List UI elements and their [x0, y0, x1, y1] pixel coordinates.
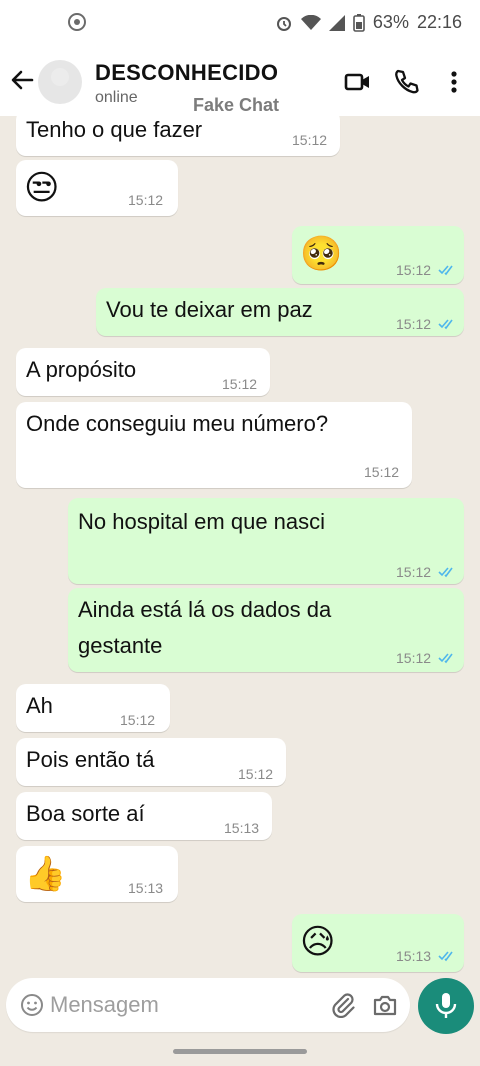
- message-text: Vou te deixar em paz: [106, 297, 313, 322]
- message-time: 15:12: [238, 766, 274, 782]
- read-receipt-icon: [438, 319, 453, 330]
- message-text: Pois então tá: [26, 747, 155, 772]
- message-incoming[interactable]: Ah 15:12: [16, 684, 170, 732]
- camera-icon[interactable]: [372, 993, 398, 1017]
- read-receipt-icon: [438, 567, 453, 578]
- emoji-sad-relieved: 😥: [300, 923, 336, 961]
- contact-name[interactable]: DESCONHECIDO: [95, 60, 278, 86]
- video-call-icon[interactable]: [344, 68, 372, 96]
- message-outgoing[interactable]: Vou te deixar em paz 15:12: [96, 288, 464, 336]
- message-composer[interactable]: Mensagem: [6, 978, 410, 1032]
- message-time: 15:12: [396, 262, 432, 278]
- battery-level: 63%: [372, 12, 409, 32]
- emoji-pleading: 🥺: [300, 235, 343, 273]
- message-time: 15:12: [222, 376, 258, 392]
- avatar[interactable]: [38, 60, 82, 104]
- emoji-thumbs-up: 👍: [24, 855, 67, 893]
- message-time: 15:13: [224, 820, 260, 836]
- message-text: A propósito: [26, 357, 137, 382]
- message-time: 15:12: [396, 316, 432, 332]
- status-icons: 63% 22:16: [275, 12, 462, 33]
- message-list[interactable]: Tenho o que fazer 15:12 😒 15:12 🥺 15:12 …: [0, 116, 480, 976]
- message-text: No hospital em que nasci: [78, 509, 326, 534]
- message-outgoing[interactable]: 🥺 15:12: [292, 226, 464, 284]
- chat-header: DESCONHECIDO online Fake Chat: [0, 48, 480, 116]
- message-text-line2: gestante: [78, 633, 163, 658]
- message-incoming[interactable]: Boa sorte aí 15:13: [16, 792, 272, 840]
- message-text: Ah: [26, 693, 53, 718]
- signal-icon: [328, 14, 345, 31]
- wifi-icon: [300, 14, 321, 30]
- message-text: Boa sorte aí: [26, 801, 145, 826]
- message-time: 15:12: [120, 712, 156, 728]
- camera-notification-icon: [68, 13, 86, 31]
- home-indicator[interactable]: [173, 1049, 307, 1054]
- read-receipt-icon: [438, 653, 453, 664]
- voice-message-button[interactable]: [418, 978, 474, 1034]
- message-time: 15:12: [128, 192, 164, 208]
- message-text: Ainda está lá os dados da: [78, 597, 332, 622]
- message-outgoing[interactable]: No hospital em que nasci 15:12: [68, 498, 464, 584]
- microphone-icon: [435, 993, 457, 1018]
- message-time: 15:13: [396, 948, 432, 964]
- alarm-icon: [276, 16, 291, 31]
- message-outgoing[interactable]: Ainda está lá os dados da gestante 15:12: [68, 588, 464, 672]
- back-arrow-icon[interactable]: [8, 66, 36, 94]
- message-time: 15:12: [396, 564, 432, 580]
- message-incoming[interactable]: 😒 15:12: [16, 160, 178, 216]
- message-incoming[interactable]: Pois então tá 15:12: [16, 738, 286, 786]
- message-incoming[interactable]: Onde conseguiu meu número? 15:12: [16, 402, 412, 488]
- message-time: 15:12: [292, 132, 328, 148]
- message-text: Tenho o que fazer: [26, 117, 203, 142]
- message-text: Onde conseguiu meu número?: [26, 411, 329, 436]
- battery-icon: [353, 13, 365, 32]
- emoji-picker-icon[interactable]: [20, 993, 44, 1017]
- message-time: 15:12: [396, 650, 432, 666]
- more-options-icon[interactable]: [444, 68, 472, 96]
- message-incoming[interactable]: 👍 15:13: [16, 846, 178, 902]
- watermark: Fake Chat: [193, 95, 280, 115]
- contact-status: online: [95, 89, 138, 106]
- message-time: 15:12: [364, 464, 400, 480]
- message-outgoing[interactable]: 😥 15:13: [292, 914, 464, 972]
- emoji-unamused: 😒: [24, 169, 60, 207]
- message-time: 15:13: [128, 880, 164, 896]
- message-incoming[interactable]: Tenho o que fazer 15:12: [16, 116, 340, 156]
- clock: 22:16: [416, 12, 462, 32]
- message-input[interactable]: Mensagem: [50, 992, 159, 1018]
- message-incoming[interactable]: A propósito 15:12: [16, 348, 270, 396]
- status-bar: 63% 22:16: [0, 0, 480, 48]
- read-receipt-icon: [438, 265, 453, 276]
- read-receipt-icon: [438, 951, 453, 962]
- phone-icon[interactable]: [392, 68, 420, 96]
- attach-icon[interactable]: [330, 992, 356, 1018]
